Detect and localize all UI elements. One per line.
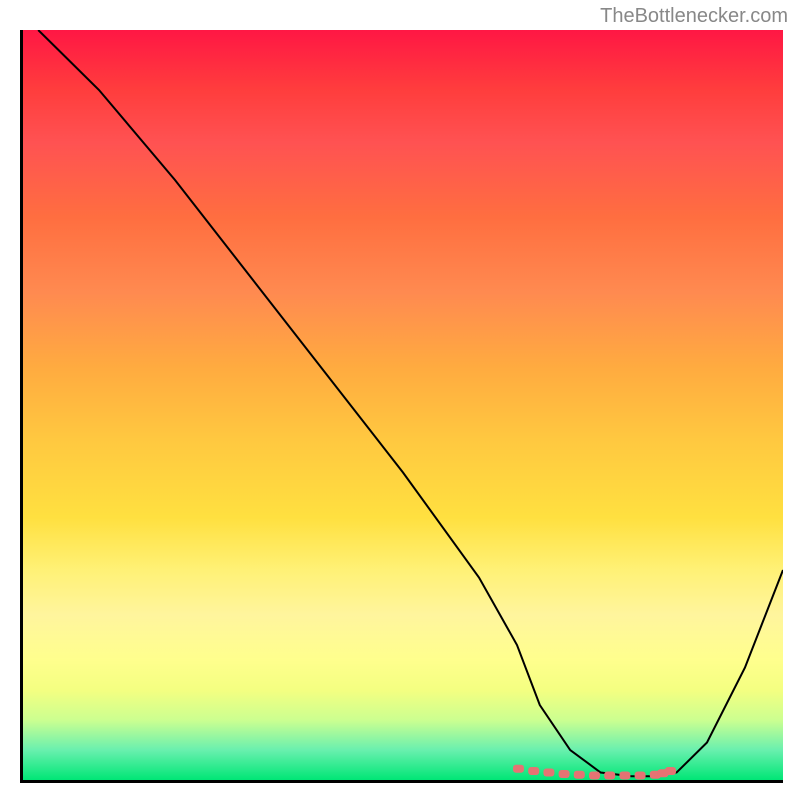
flat-marker — [543, 769, 554, 777]
flat-marker — [665, 767, 676, 775]
chart-container: TheBottlenecker.com — [0, 0, 800, 800]
flat-marker — [513, 765, 524, 773]
flat-marker — [574, 771, 585, 779]
flat-marker — [619, 772, 630, 780]
curve-svg — [23, 30, 783, 780]
main-curve-line — [38, 30, 783, 776]
flat-marker — [559, 770, 570, 778]
watermark-text: TheBottlenecker.com — [600, 5, 788, 28]
flat-marker — [604, 772, 615, 780]
flat-marker — [589, 772, 600, 780]
flat-marker — [528, 767, 539, 775]
plot-area — [20, 30, 783, 783]
flat-marker — [635, 772, 646, 780]
